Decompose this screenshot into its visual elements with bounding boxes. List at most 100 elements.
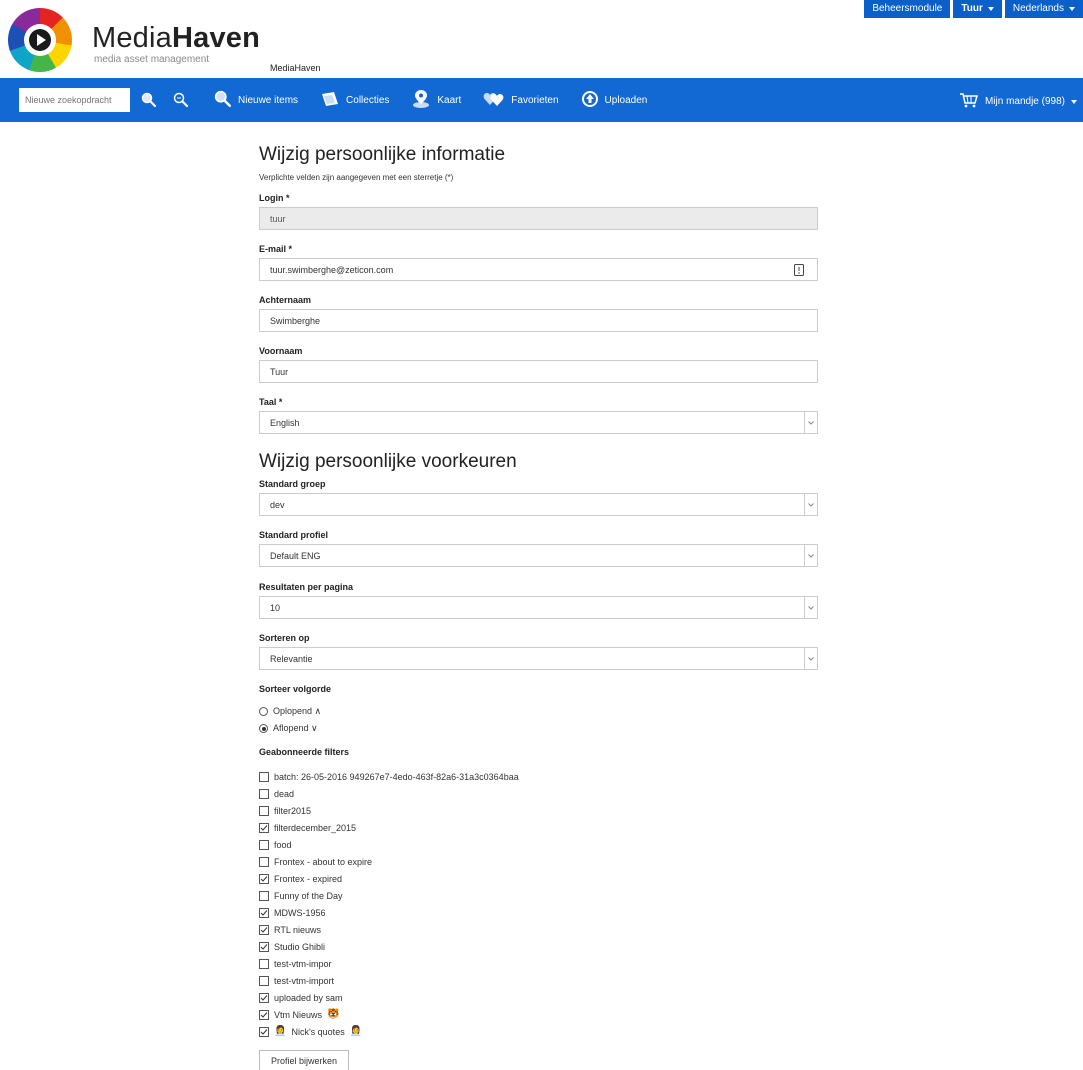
email-field[interactable]: tuur.swimberghe@zeticon.com xyxy=(259,258,818,281)
advanced-search-icon[interactable] xyxy=(170,89,192,111)
user-menu-button[interactable]: Tuur xyxy=(953,0,1002,18)
checkbox-unchecked[interactable] xyxy=(259,975,269,986)
filter-label: Vtm Nieuws xyxy=(274,1009,323,1020)
check-icon xyxy=(260,926,268,933)
checkbox-checked[interactable] xyxy=(259,941,269,952)
checkbox-checked[interactable] xyxy=(259,1026,269,1037)
filter-suffix-emoji: 👩‍💼 xyxy=(349,1025,363,1037)
filter-label: Studio Ghibli xyxy=(274,941,326,952)
checkbox-unchecked[interactable] xyxy=(259,958,269,969)
filter-label: RTL nieuws xyxy=(274,924,322,935)
filter-label: dead xyxy=(274,788,295,799)
check-icon xyxy=(260,909,268,916)
nav-item-map[interactable]: Kaart xyxy=(411,89,461,112)
order-ascending-radio[interactable]: Oplopend ∧ xyxy=(259,706,321,717)
filter-checkbox-row[interactable]: batch: 26-05-2016 949267e7-4edo-463f-82a… xyxy=(259,768,519,785)
update-profile-button[interactable]: Profiel bijwerken xyxy=(259,1050,350,1070)
checkbox-unchecked[interactable] xyxy=(259,788,269,799)
login-value: tuur xyxy=(270,213,286,224)
results-value: 10 xyxy=(270,602,281,613)
brand-tagline: media asset management xyxy=(94,54,210,65)
checkbox-checked[interactable] xyxy=(259,924,269,935)
nav-item-upload[interactable]: Uploaden xyxy=(581,90,647,111)
chevron-down-icon xyxy=(804,545,817,566)
brand-bold: Haven xyxy=(172,22,261,54)
filter-checkbox-row[interactable]: Funny of the Day xyxy=(259,887,519,904)
login-label: Login * xyxy=(259,193,290,203)
filter-checkbox-row[interactable]: filterdecember_2015 xyxy=(259,819,519,836)
nav-item-label: Favorieten xyxy=(511,94,559,106)
checkbox-checked[interactable] xyxy=(259,822,269,833)
profile-select[interactable]: Default ENG xyxy=(259,544,818,567)
personal-info-title: Wijzig persoonlijke informatie xyxy=(259,144,506,165)
checkbox-unchecked[interactable] xyxy=(259,771,269,782)
filter-checkbox-row[interactable]: dead xyxy=(259,785,519,802)
lastname-field[interactable]: Swimberghe xyxy=(259,309,818,332)
results-label: Resultaten per pagina xyxy=(259,582,354,592)
search-input[interactable] xyxy=(19,88,130,112)
check-icon xyxy=(260,875,268,882)
order-option-label: Aflopend ∨ xyxy=(273,723,318,733)
nav-item-favorites[interactable]: Favorieten xyxy=(483,91,559,110)
nav-item-collections[interactable]: Collecties xyxy=(320,90,389,111)
filter-checkbox-row[interactable]: Vtm Nieuws 🐯 xyxy=(259,1006,519,1023)
cart-button[interactable]: Mijn mandje (998) xyxy=(959,92,1077,111)
chevron-down-icon xyxy=(804,494,817,515)
email-label: E-mail * xyxy=(259,244,293,254)
top-bar: Beheersmodule Tuur Nederlands xyxy=(864,0,1083,18)
filter-checkbox-row[interactable]: MDWS-1956 xyxy=(259,904,519,921)
filter-checkbox-row[interactable]: 👩‍💼 Nick's quotes 👩‍💼 xyxy=(259,1023,519,1040)
chevron-down-icon xyxy=(804,412,817,433)
breadcrumb[interactable]: MediaHaven xyxy=(270,63,321,73)
search-icon[interactable] xyxy=(138,89,160,111)
admin-module-label: Beheersmodule xyxy=(872,3,943,14)
filter-checkbox-row[interactable]: filter2015 xyxy=(259,802,519,819)
language-select[interactable]: English xyxy=(259,411,818,434)
filter-checkbox-row[interactable]: test-vtm-impor xyxy=(259,955,519,972)
filter-checkbox-row[interactable]: Studio Ghibli xyxy=(259,938,519,955)
order-label: Sorteer volgorde xyxy=(259,684,332,694)
checkbox-unchecked[interactable] xyxy=(259,856,269,867)
autofill-card-icon[interactable] xyxy=(794,264,804,278)
lastname-label: Achternaam xyxy=(259,295,312,305)
checkbox-checked[interactable] xyxy=(259,907,269,918)
filter-checkbox-row[interactable]: RTL nieuws xyxy=(259,921,519,938)
filter-checkbox-row[interactable]: uploaded by sam xyxy=(259,989,519,1006)
radio-circle xyxy=(259,707,268,716)
checkbox-unchecked[interactable] xyxy=(259,839,269,850)
cart-label: Mijn mandje (998) xyxy=(984,96,1065,107)
filter-label: Frontex - expired xyxy=(274,873,343,884)
collections-icon xyxy=(320,90,340,111)
nav-item-new-items[interactable]: Nieuwe items xyxy=(214,90,298,111)
map-pin-icon xyxy=(411,89,431,112)
checkbox-checked[interactable] xyxy=(259,992,269,1003)
filter-checkbox-row[interactable]: test-vtm-import xyxy=(259,972,519,989)
checkbox-checked[interactable] xyxy=(259,1009,269,1020)
filter-label: MDWS-1956 xyxy=(274,907,326,918)
group-select[interactable]: dev xyxy=(259,493,818,516)
admin-module-button[interactable]: Beheersmodule xyxy=(864,0,951,18)
filter-label: filter2015 xyxy=(274,805,312,816)
brand-name: MediaHaven xyxy=(92,22,260,55)
filter-label: batch: 26-05-2016 949267e7-4edo-463f-82a… xyxy=(274,771,519,782)
order-descending-radio[interactable]: Aflopend ∨ xyxy=(259,723,318,734)
language-menu-button[interactable]: Nederlands xyxy=(1004,0,1083,18)
logo-inner xyxy=(24,24,56,56)
play-icon xyxy=(29,29,51,51)
mediahaven-logo[interactable] xyxy=(8,8,72,72)
hearts-icon xyxy=(483,91,505,110)
main-nav: Nieuwe items Collecties Kaart Favorieten… xyxy=(0,78,1083,122)
firstname-field[interactable]: Tuur xyxy=(259,360,818,383)
filter-checkbox-row[interactable]: Frontex - expired xyxy=(259,870,519,887)
caret-down-icon xyxy=(1069,7,1075,11)
filter-checkbox-row[interactable]: food xyxy=(259,836,519,853)
filter-label: test-vtm-import xyxy=(274,975,335,986)
filter-checkbox-row[interactable]: Frontex - about to expire xyxy=(259,853,519,870)
checkbox-checked[interactable] xyxy=(259,873,269,884)
checkbox-unchecked[interactable] xyxy=(259,805,269,816)
results-select[interactable]: 10 xyxy=(259,596,818,619)
checkbox-unchecked[interactable] xyxy=(259,890,269,901)
sort-select[interactable]: Relevantie xyxy=(259,647,818,670)
firstname-value: Tuur xyxy=(270,366,289,377)
filter-label: test-vtm-impor xyxy=(274,958,332,969)
